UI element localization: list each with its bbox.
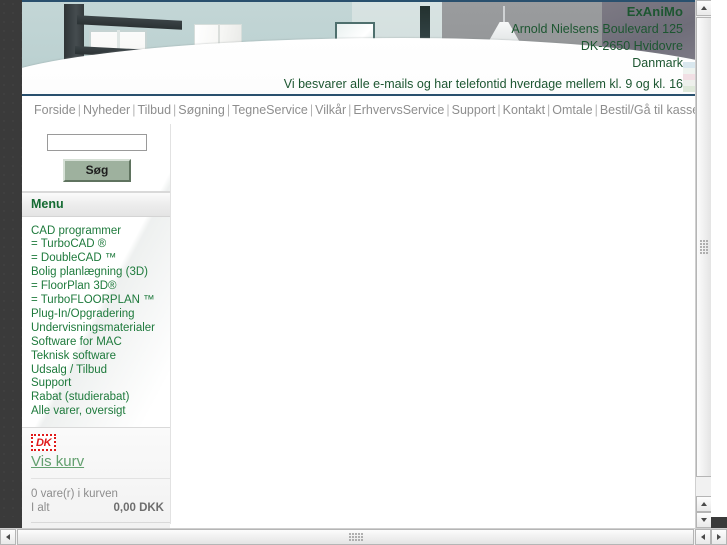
search-button-row: Søg — [22, 151, 170, 182]
menu-item-doublecad[interactable]: = DoubleCAD ™ — [31, 252, 170, 266]
menu-item-bolig-planl-gning-3d[interactable]: Bolig planlægning (3D) — [31, 266, 170, 280]
nav-item-tilbud[interactable]: Tilbud — [137, 103, 171, 117]
scroll-up-button-lower[interactable] — [696, 496, 711, 512]
chevron-up-icon — [701, 6, 707, 10]
menu-item-rabat-studierabat[interactable]: Rabat (studierabat) — [31, 391, 170, 405]
menu-item-floorplan-3d[interactable]: = FloorPlan 3D® — [31, 280, 170, 294]
nav-item-support[interactable]: Support — [452, 103, 496, 117]
main-content-pane — [171, 124, 711, 524]
nav-item-s-gning[interactable]: Søgning — [178, 103, 225, 117]
menu-list: CAD programmer = TurboCAD ® = DoubleCAD ™ B… — [22, 217, 170, 428]
chevron-up-icon — [701, 502, 707, 506]
nav-separator: | — [446, 103, 450, 117]
cart-bottom-divider — [31, 522, 170, 524]
chevron-left-icon — [6, 534, 10, 540]
cart-block: DK Vis kurv 0 vare(r) i kurven I alt 0,0… — [22, 427, 170, 528]
menu-item-teknisk-software[interactable]: Teknisk software — [31, 350, 170, 364]
nav-separator: | — [77, 103, 81, 117]
scroll-left-button[interactable] — [0, 529, 16, 545]
menu-item-undervisningsmaterialer[interactable]: Undervisningsmaterialer — [31, 322, 170, 336]
menu-item-turbofloorplan[interactable]: = TurboFLOORPLAN ™ — [31, 294, 170, 308]
scroll-left-button-right[interactable] — [695, 529, 711, 545]
main-navigation: Forside | Nyheder | Tilbud | Søgning | TegneServ… — [22, 96, 711, 124]
chevron-down-icon — [701, 518, 707, 522]
nav-item-kontakt[interactable]: Kontakt — [503, 103, 545, 117]
nav-item-erhvervsservice[interactable]: ErhvervsService — [353, 103, 444, 117]
menu-item-software-for-mac[interactable]: Software for MAC — [31, 336, 170, 350]
nav-item-forside[interactable]: Forside — [34, 103, 76, 117]
vertical-scrollbar-thumb[interactable] — [696, 17, 711, 477]
gutter-bottom-cap — [0, 517, 22, 528]
dk-logo-label: DK — [36, 437, 52, 450]
menu-item-plug-in-opgradering[interactable]: Plug-In/Opgradering — [31, 308, 170, 322]
nav-item-bestil-g-til-kassen[interactable]: Bestil/Gå til kassen — [600, 103, 706, 117]
cart-total-row: I alt 0,00 DKK — [31, 501, 164, 515]
nav-separator: | — [594, 103, 598, 117]
cart-item-count: 0 vare(r) i kurven — [31, 488, 118, 501]
chevron-left-icon — [701, 534, 705, 540]
sidebar-content: Søg Menu CAD programmer = TurboCAD ® = Dou… — [22, 124, 170, 528]
nav-item-vilk-r[interactable]: Vilkår — [315, 103, 346, 117]
nav-separator: | — [497, 103, 501, 117]
nav-item-omtale[interactable]: Omtale — [552, 103, 592, 117]
browser-viewport: ExAniMo Arnold Nielsens Boulevard 125 DK… — [0, 0, 711, 528]
sidebar: Søg Menu CAD programmer = TurboCAD ® = Dou… — [22, 124, 171, 528]
banner-tagline: Vi besvarer alle e-mails og har telefont… — [283, 77, 683, 91]
scrollbar-corner — [711, 517, 727, 528]
vertical-scrollbar[interactable] — [695, 0, 711, 528]
page-body: ExAniMo Arnold Nielsens Boulevard 125 DK… — [22, 0, 711, 528]
menu-item-udsalg-tilbud[interactable]: Udsalg / Tilbud — [31, 364, 170, 378]
scroll-down-button[interactable] — [696, 512, 711, 528]
menu-item-alle-varer-oversigt[interactable]: Alle varer, oversigt — [31, 405, 170, 419]
search-input[interactable] — [47, 133, 147, 151]
left-gutter-strip — [0, 0, 22, 528]
address-line-2: DK-2650 Hvidovre — [580, 39, 683, 53]
horizontal-scrollbar-thumb[interactable] — [17, 529, 694, 545]
page-columns: Søg Menu CAD programmer = TurboCAD ® = Dou… — [22, 124, 711, 528]
nav-separator: | — [226, 103, 231, 117]
address-line-3: Danmark — [632, 56, 683, 70]
scroll-right-button[interactable] — [711, 529, 727, 545]
nav-item-tegneservice[interactable]: TegneService — [232, 103, 308, 117]
menu-item-support[interactable]: Support — [31, 377, 170, 391]
search-button[interactable]: Søg — [63, 158, 131, 182]
nav-item-nyheder[interactable]: Nyheder — [83, 103, 130, 117]
scrollbar-grip-icon — [348, 533, 363, 541]
scrollbar-grip-icon — [700, 240, 708, 254]
dk-flag-icon: DK — [31, 434, 57, 452]
menu-heading-label: Menu — [31, 196, 64, 211]
horizontal-scrollbar[interactable] — [0, 528, 727, 545]
menu-item-turbocad[interactable]: = TurboCAD ® — [31, 238, 170, 252]
menu-item-cad-programmer[interactable]: CAD programmer — [31, 225, 170, 239]
company-name: ExAniMo — [626, 4, 683, 19]
site-banner: ExAniMo Arnold Nielsens Boulevard 125 DK… — [22, 0, 711, 96]
chevron-right-icon — [717, 534, 721, 540]
menu-heading-band: Menu — [22, 191, 170, 217]
nav-separator: | — [309, 103, 314, 117]
search-row — [22, 124, 170, 151]
address-line-1: Arnold Nielsens Boulevard 125 — [511, 22, 683, 36]
banner-lamp-cord — [503, 6, 505, 24]
scroll-up-button[interactable] — [696, 0, 711, 16]
cart-totals: 0 vare(r) i kurven I alt 0,00 DKK — [31, 478, 170, 515]
cart-total-value: 0,00 DKK — [113, 502, 165, 515]
view-cart-link[interactable]: Vis kurv — [31, 453, 170, 470]
cart-total-label: I alt — [31, 502, 50, 515]
